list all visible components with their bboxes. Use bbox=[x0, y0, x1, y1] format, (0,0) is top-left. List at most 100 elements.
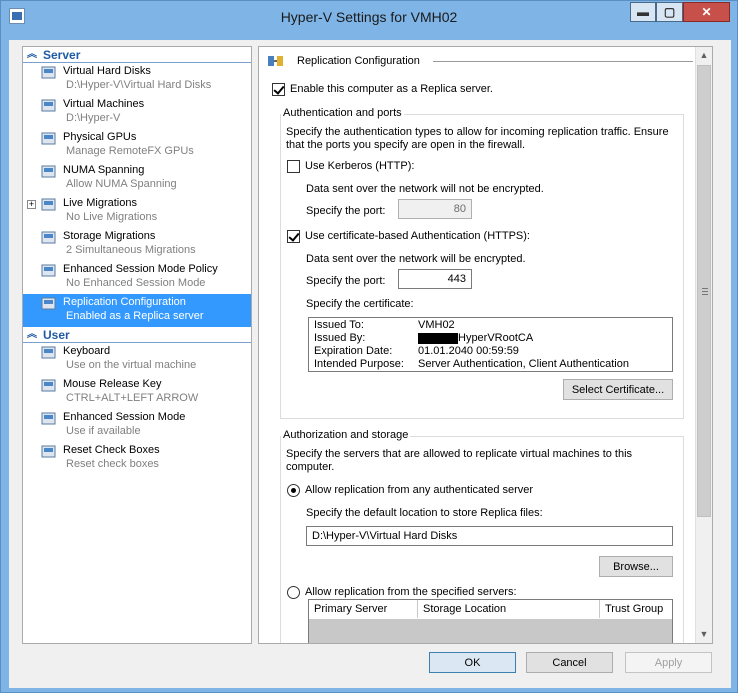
tree-item-physical-gpus[interactable]: Physical GPUs Manage RemoteFX GPUs bbox=[23, 129, 251, 162]
header-divider bbox=[433, 61, 693, 62]
browse-button[interactable]: Browse... bbox=[599, 556, 673, 577]
session-policy-icon bbox=[41, 264, 56, 277]
tree-item-sublabel: No Enhanced Session Mode bbox=[66, 277, 206, 289]
scroll-up-icon[interactable]: ▲ bbox=[696, 47, 712, 64]
tree-item-label: Virtual Hard Disks bbox=[63, 65, 151, 77]
tree-item-label: Mouse Release Key bbox=[63, 378, 162, 390]
tree-item-virtual-machines[interactable]: Virtual Machines D:\Hyper-V bbox=[23, 96, 251, 129]
title-bar[interactable]: Hyper-V Settings for VMH02 ▬ ▢ ✕ bbox=[1, 1, 737, 33]
apply-button[interactable]: Apply bbox=[625, 652, 712, 673]
default-location-input[interactable]: D:\Hyper-V\Virtual Hard Disks bbox=[306, 526, 673, 546]
replication-icon bbox=[268, 56, 283, 66]
tree-item-label: Storage Migrations bbox=[63, 230, 156, 242]
collapse-chevron-icon[interactable]: ︽ bbox=[27, 47, 37, 63]
auth-description: Specify the authentication types to allo… bbox=[286, 126, 669, 151]
pane-header: Replication Configuration bbox=[267, 52, 693, 70]
tree-item-keyboard[interactable]: Keyboard Use on the virtual machine bbox=[23, 343, 251, 376]
keyboard-icon bbox=[41, 346, 56, 359]
tree-item-sublabel: Use if available bbox=[66, 425, 141, 437]
tree-item-sublabel: 2 Simultaneous Migrations bbox=[66, 244, 196, 256]
collapse-chevron-icon[interactable]: ︽ bbox=[27, 327, 37, 343]
dialog-client: ︽ Server Virtual Hard Disks D:\Hyper-V\Vi… bbox=[9, 40, 731, 688]
section-user[interactable]: ︽ User bbox=[23, 327, 251, 343]
live-migration-icon bbox=[41, 198, 56, 211]
scroll-thumb[interactable] bbox=[697, 65, 711, 517]
cert-purpose-key: Intended Purpose: bbox=[314, 358, 404, 370]
ok-button[interactable]: OK bbox=[429, 652, 516, 673]
cert-auth-label[interactable]: Use certificate-based Authentication (HT… bbox=[305, 230, 530, 242]
window-title: Hyper-V Settings for VMH02 bbox=[280, 9, 458, 25]
tree-item-sublabel: D:\Hyper-V bbox=[66, 112, 121, 124]
cert-issued-to-key: Issued To: bbox=[314, 319, 364, 331]
enable-replica-label[interactable]: Enable this computer as a Replica server… bbox=[290, 83, 493, 95]
storage-migration-icon bbox=[41, 231, 56, 244]
kerberos-checkbox[interactable] bbox=[287, 160, 300, 173]
session-icon bbox=[41, 412, 56, 425]
tree-item-sublabel: Use on the virtual machine bbox=[66, 359, 197, 371]
cert-issued-by-wrap: HyperVRootCA bbox=[418, 332, 533, 345]
cert-issued-by-key: Issued By: bbox=[314, 332, 366, 344]
col-primary-server[interactable]: Primary Server bbox=[309, 600, 418, 618]
tree-item-storage-migrations[interactable]: Storage Migrations 2 Simultaneous Migrati… bbox=[23, 228, 251, 261]
tree-item-mouse-release-key[interactable]: Mouse Release Key CTRL+ALT+LEFT ARROW bbox=[23, 376, 251, 409]
tree-item-sublabel: CTRL+ALT+LEFT ARROW bbox=[66, 392, 199, 404]
settings-window: Hyper-V Settings for VMH02 ▬ ▢ ✕ ︽ Serve… bbox=[0, 0, 738, 693]
cert-specify-label: Specify the certificate: bbox=[306, 298, 414, 310]
minimize-button[interactable]: ▬ bbox=[630, 2, 656, 22]
table-body[interactable] bbox=[309, 619, 672, 643]
kerberos-label[interactable]: Use Kerberos (HTTP): bbox=[305, 160, 414, 172]
redaction-block bbox=[418, 332, 458, 344]
allow-specified-radio[interactable] bbox=[287, 586, 300, 599]
section-server-label: Server bbox=[43, 48, 81, 62]
col-trust-group[interactable]: Trust Group bbox=[600, 600, 672, 618]
tree-item-label: Keyboard bbox=[63, 345, 111, 357]
tree-item-enhanced-session-mode-policy[interactable]: Enhanced Session Mode Policy No Enhanced … bbox=[23, 261, 251, 294]
allow-specified-label[interactable]: Allow replication from the specified ser… bbox=[305, 586, 517, 598]
tree-item-numa-spanning[interactable]: NUMA Spanning Allow NUMA Spanning bbox=[23, 162, 251, 195]
tree-item-label: Live Migrations bbox=[63, 197, 137, 209]
pane-scrollbar[interactable]: ▲ ▼ bbox=[695, 47, 712, 643]
tree-item-label: Reset Check Boxes bbox=[63, 444, 160, 456]
tree-item-sublabel: Allow NUMA Spanning bbox=[66, 178, 177, 190]
settings-tree: ︽ Server Virtual Hard Disks D:\Hyper-V\Vi… bbox=[22, 46, 252, 644]
cert-issued-to-value: VMH02 bbox=[418, 319, 455, 331]
disk-icon bbox=[41, 66, 56, 79]
cancel-button[interactable]: Cancel bbox=[526, 652, 613, 673]
tree-item-reset-check-boxes[interactable]: Reset Check Boxes Reset check boxes bbox=[23, 442, 251, 475]
expand-plus-icon[interactable]: + bbox=[27, 200, 36, 209]
numa-icon bbox=[41, 165, 56, 178]
cert-expiration-value: 01.01.2040 00:59:59 bbox=[418, 345, 519, 357]
tree-item-label: Enhanced Session Mode Policy bbox=[63, 263, 218, 275]
allow-any-radio[interactable] bbox=[287, 484, 300, 497]
tree-item-label: Physical GPUs bbox=[63, 131, 137, 143]
auth-group-title: Authentication and ports bbox=[281, 107, 404, 119]
close-button[interactable]: ✕ bbox=[683, 2, 730, 22]
cert-auth-checkbox[interactable] bbox=[287, 230, 300, 243]
tree-item-sublabel: D:\Hyper-V\Virtual Hard Disks bbox=[66, 79, 212, 91]
tree-item-label: Replication Configuration bbox=[63, 296, 186, 308]
tree-item-enhanced-session-mode[interactable]: Enhanced Session Mode Use if available bbox=[23, 409, 251, 442]
tree-item-replication-configuration[interactable]: Replication Configuration Enabled as a Re… bbox=[23, 294, 251, 327]
allow-any-label[interactable]: Allow replication from any authenticated… bbox=[305, 484, 533, 496]
scroll-down-icon[interactable]: ▼ bbox=[696, 626, 712, 643]
section-user-label: User bbox=[43, 328, 70, 342]
select-certificate-button[interactable]: Select Certificate... bbox=[563, 379, 673, 400]
tree-item-label: Virtual Machines bbox=[63, 98, 145, 110]
settings-pane: Replication Configuration Enable this co… bbox=[258, 46, 713, 644]
cert-port-input[interactable]: 443 bbox=[398, 269, 472, 289]
tree-item-live-migrations[interactable]: + Live Migrations No Live Migrations bbox=[23, 195, 251, 228]
tree-item-label: Enhanced Session Mode bbox=[63, 411, 186, 423]
tree-item-virtual-hard-disks[interactable]: Virtual Hard Disks D:\Hyper-V\Virtual Har… bbox=[23, 63, 251, 96]
gpu-icon bbox=[41, 132, 56, 145]
maximize-button[interactable]: ▢ bbox=[656, 2, 683, 22]
tree-item-sublabel: No Live Migrations bbox=[66, 211, 158, 223]
section-server[interactable]: ︽ Server bbox=[23, 47, 251, 63]
replication-icon bbox=[41, 297, 56, 310]
tree-item-sublabel: Enabled as a Replica server bbox=[66, 310, 204, 322]
kerberos-port-input[interactable]: 80 bbox=[398, 199, 472, 219]
cert-issued-by-value: HyperVRootCA bbox=[458, 332, 534, 344]
col-storage-location[interactable]: Storage Location bbox=[418, 600, 600, 618]
kerberos-note: Data sent over the network will not be e… bbox=[306, 183, 544, 195]
enable-replica-checkbox[interactable] bbox=[272, 83, 285, 96]
mouse-release-icon bbox=[41, 379, 56, 392]
